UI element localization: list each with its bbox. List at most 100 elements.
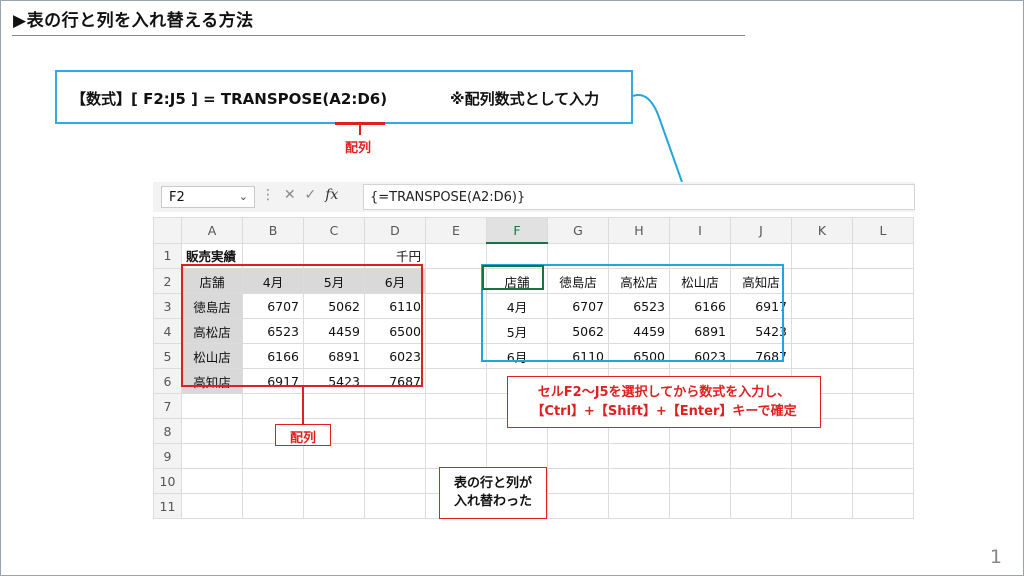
cell[interactable] bbox=[852, 493, 914, 519]
row-header[interactable]: 2 bbox=[153, 268, 182, 294]
cell[interactable] bbox=[425, 393, 487, 419]
cell[interactable] bbox=[852, 468, 914, 494]
column-header[interactable]: C bbox=[303, 217, 365, 244]
cell[interactable] bbox=[425, 368, 487, 394]
cell[interactable] bbox=[547, 493, 609, 519]
cell[interactable] bbox=[242, 393, 304, 419]
row-header[interactable]: 1 bbox=[153, 242, 182, 269]
row-header[interactable]: 6 bbox=[153, 368, 182, 394]
cell[interactable] bbox=[852, 443, 914, 469]
cell[interactable] bbox=[181, 443, 243, 469]
cell[interactable] bbox=[791, 242, 853, 269]
instruction-callout: セルF2～J5を選択してから数式を入力し、 【Ctrl】+【Shift】+【En… bbox=[507, 376, 821, 428]
cell[interactable] bbox=[486, 443, 548, 469]
cell[interactable] bbox=[242, 443, 304, 469]
cell[interactable] bbox=[181, 493, 243, 519]
column-header[interactable]: D bbox=[364, 217, 426, 244]
cell[interactable] bbox=[303, 468, 365, 494]
cell[interactable] bbox=[791, 268, 853, 294]
row-header[interactable]: 11 bbox=[153, 493, 182, 519]
cell[interactable] bbox=[669, 493, 731, 519]
cell[interactable] bbox=[791, 318, 853, 344]
row-header[interactable]: 7 bbox=[153, 393, 182, 419]
column-header[interactable]: K bbox=[791, 217, 853, 244]
cell[interactable] bbox=[364, 443, 426, 469]
column-header[interactable]: A bbox=[181, 217, 243, 244]
cell[interactable] bbox=[364, 418, 426, 444]
column-header[interactable]: F bbox=[486, 217, 548, 244]
cancel-icon[interactable]: ✕ bbox=[284, 187, 296, 203]
more-options-icon[interactable]: ⋮ bbox=[261, 187, 275, 203]
title-divider bbox=[12, 35, 745, 36]
cell[interactable] bbox=[730, 493, 792, 519]
row-header[interactable]: 4 bbox=[153, 318, 182, 344]
cell[interactable] bbox=[425, 343, 487, 369]
cell[interactable] bbox=[547, 468, 609, 494]
arg-connector bbox=[359, 125, 361, 135]
cell[interactable] bbox=[852, 318, 914, 344]
formula-note: ※配列数式として入力 bbox=[450, 90, 600, 108]
table-row: 9 bbox=[153, 443, 914, 469]
cell[interactable] bbox=[364, 468, 426, 494]
cell[interactable] bbox=[852, 393, 914, 419]
chevron-down-icon[interactable]: ⌄ bbox=[239, 190, 248, 203]
cell[interactable] bbox=[242, 493, 304, 519]
column-header[interactable]: B bbox=[242, 217, 304, 244]
cell[interactable] bbox=[730, 468, 792, 494]
column-header[interactable]: H bbox=[608, 217, 670, 244]
cell[interactable] bbox=[364, 493, 426, 519]
column-header[interactable]: L bbox=[852, 217, 914, 244]
cell[interactable] bbox=[791, 343, 853, 369]
cell[interactable] bbox=[242, 468, 304, 494]
cell[interactable] bbox=[669, 443, 731, 469]
row-header[interactable]: 5 bbox=[153, 343, 182, 369]
cell[interactable] bbox=[852, 268, 914, 294]
column-header[interactable]: G bbox=[547, 217, 609, 244]
cell[interactable] bbox=[852, 242, 914, 269]
cell[interactable] bbox=[425, 242, 487, 269]
formula-bar-icons: ⋮ ✕ ✓ fx bbox=[261, 187, 338, 203]
row-header[interactable]: 10 bbox=[153, 468, 182, 494]
cell[interactable] bbox=[669, 468, 731, 494]
cell[interactable] bbox=[791, 443, 853, 469]
confirm-icon[interactable]: ✓ bbox=[305, 187, 317, 203]
cell[interactable] bbox=[547, 443, 609, 469]
column-header[interactable]: I bbox=[669, 217, 731, 244]
cell[interactable] bbox=[303, 393, 365, 419]
cell[interactable] bbox=[608, 493, 670, 519]
cell[interactable] bbox=[181, 418, 243, 444]
cell[interactable] bbox=[181, 393, 243, 419]
cell[interactable] bbox=[425, 443, 487, 469]
cell[interactable] bbox=[425, 318, 487, 344]
cell[interactable] bbox=[364, 393, 426, 419]
column-header[interactable]: J bbox=[730, 217, 792, 244]
cell[interactable] bbox=[730, 443, 792, 469]
active-cell[interactable] bbox=[482, 265, 544, 290]
cell[interactable] bbox=[791, 493, 853, 519]
function-icon[interactable]: fx bbox=[325, 187, 338, 203]
cell[interactable] bbox=[303, 493, 365, 519]
row-header[interactable]: 9 bbox=[153, 443, 182, 469]
column-header[interactable]: E bbox=[425, 217, 487, 244]
formula-arg: A2:D6 bbox=[329, 90, 381, 108]
cell[interactable] bbox=[852, 293, 914, 319]
formula-callout: 【数式】[ F2:J5 ] = TRANSPOSE(A2:D6) ※配列数式とし… bbox=[55, 70, 633, 124]
cell[interactable] bbox=[791, 468, 853, 494]
cell[interactable] bbox=[852, 418, 914, 444]
select-all-corner[interactable] bbox=[153, 217, 182, 244]
cell[interactable] bbox=[852, 343, 914, 369]
row-header[interactable]: 3 bbox=[153, 293, 182, 319]
cell[interactable] bbox=[425, 293, 487, 319]
cell[interactable] bbox=[425, 418, 487, 444]
cell[interactable] bbox=[608, 443, 670, 469]
array-label-box: 配列 bbox=[275, 424, 331, 446]
cell[interactable] bbox=[425, 268, 487, 294]
cell[interactable] bbox=[181, 468, 243, 494]
cell[interactable] bbox=[852, 368, 914, 394]
cell[interactable] bbox=[791, 293, 853, 319]
cell[interactable] bbox=[303, 443, 365, 469]
name-box[interactable]: F2 ⌄ bbox=[161, 186, 255, 208]
cell[interactable] bbox=[608, 468, 670, 494]
formula-input[interactable]: {=TRANSPOSE(A2:D6)} bbox=[363, 184, 915, 210]
row-header[interactable]: 8 bbox=[153, 418, 182, 444]
